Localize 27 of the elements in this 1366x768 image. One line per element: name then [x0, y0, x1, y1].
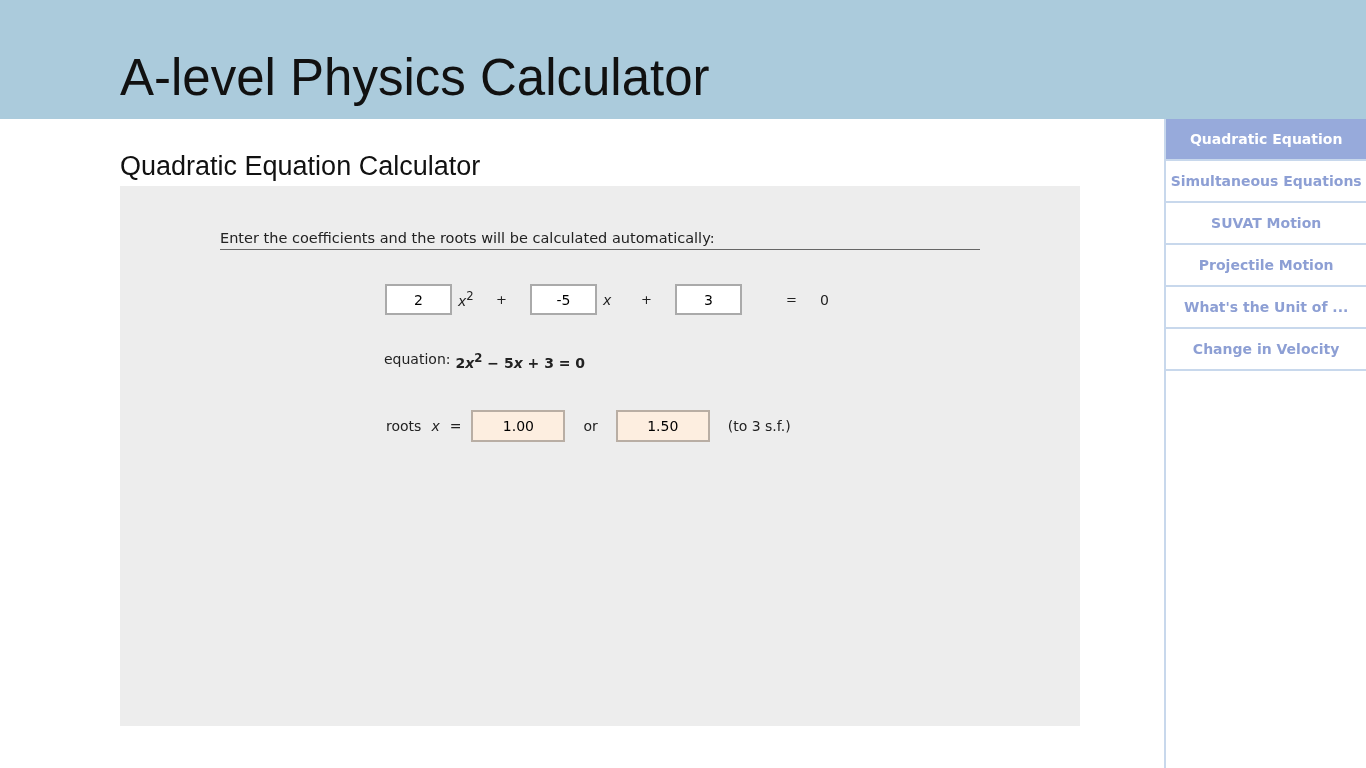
app-title: A-level Physics Calculator	[120, 48, 710, 107]
operator-text: +	[641, 292, 653, 307]
equation-label: equation:	[384, 351, 451, 369]
sidebar-item[interactable]: Quadratic Equation	[1166, 119, 1366, 161]
coefficient-field[interactable]: 2	[385, 284, 452, 315]
precision-note: (to 3 s.f.)	[727, 417, 791, 434]
rhs-value: 0	[820, 291, 829, 308]
instruction-text: Enter the coefficients and the roots will be calculated automatically:	[220, 230, 980, 250]
roots-label: roots	[386, 417, 422, 434]
root-field[interactable]: 1.50	[615, 409, 710, 442]
sidebar-item[interactable]: Simultaneous Equations	[1166, 161, 1366, 203]
sidebar-item[interactable]: Change in Velocity	[1166, 329, 1366, 371]
term-label: x$^{2}$	[457, 289, 475, 310]
coefficient-field[interactable]: 3	[675, 284, 742, 315]
sidebar-item[interactable]: Projectile Motion	[1166, 245, 1366, 287]
or-text: or	[583, 417, 598, 434]
page-heading: Quadratic Equation Calculator	[120, 151, 482, 183]
equals-text: =	[449, 417, 462, 434]
variable-text: x	[431, 417, 440, 434]
sidebar-item[interactable]: SUVAT Motion	[1166, 203, 1366, 245]
sidebar-item[interactable]: What's the Unit of ...	[1166, 287, 1366, 329]
operator-text: =	[786, 292, 798, 307]
operator-text: +	[496, 292, 508, 307]
root-field[interactable]: 1.00	[471, 409, 566, 442]
term-label: x	[602, 291, 613, 308]
coefficient-field[interactable]: -5	[530, 284, 597, 315]
equation-text: 2x$^{2}$ − 5x + 3 = 0	[455, 351, 586, 371]
